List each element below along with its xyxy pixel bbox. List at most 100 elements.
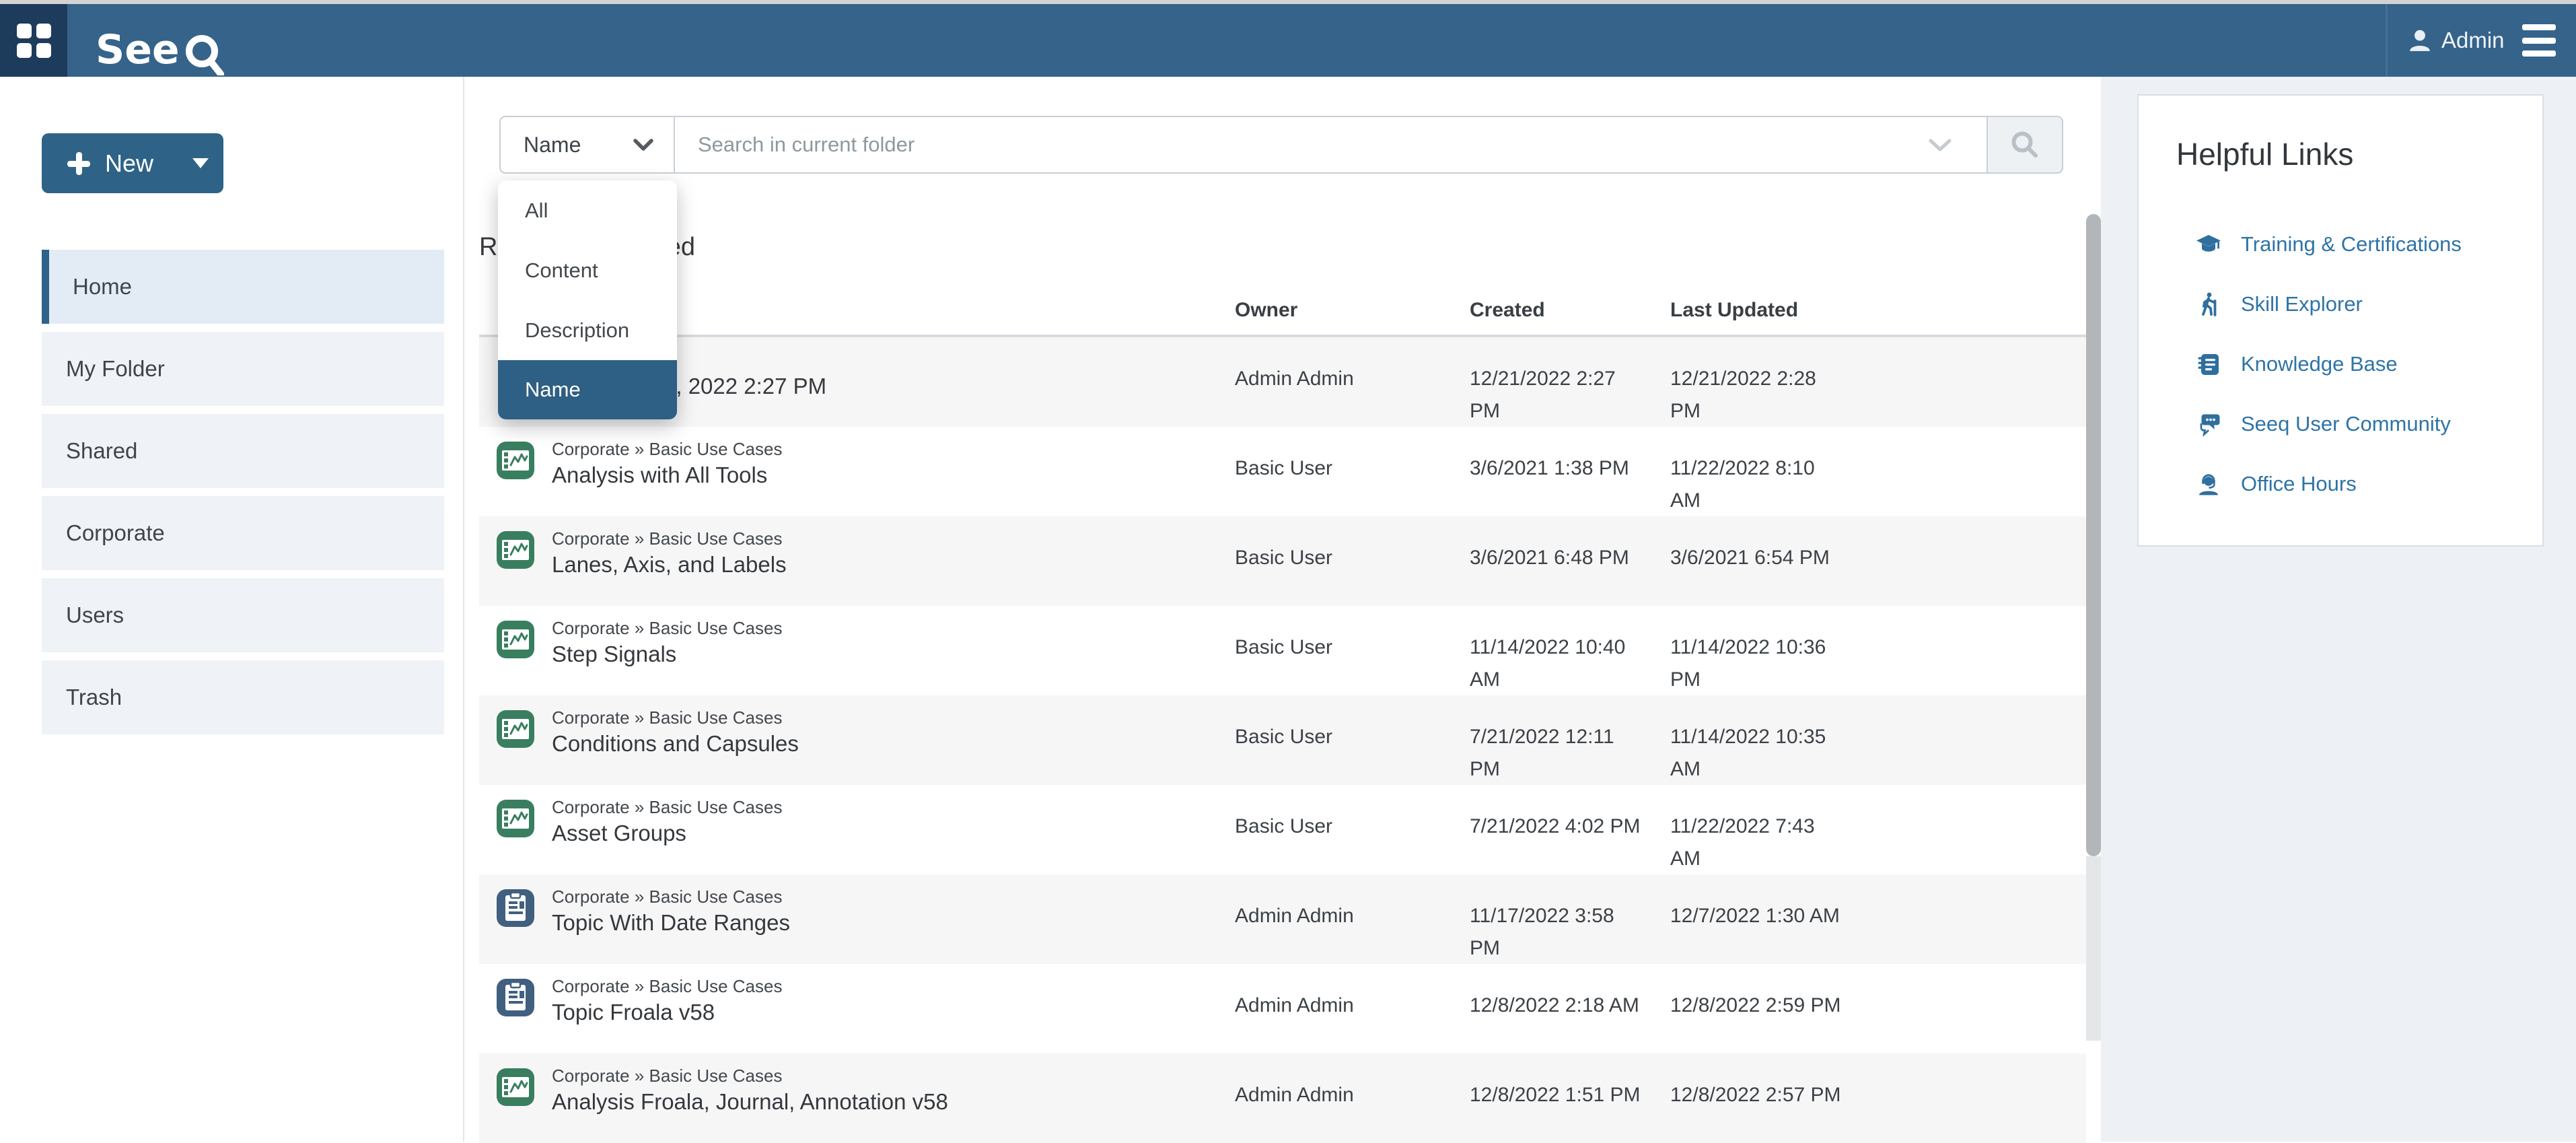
table-row[interactable]: Corporate » Basic Use Cases Analysis wit… — [479, 427, 2086, 516]
row-created: 11/17/2022 3:58 PM — [1470, 900, 1645, 965]
table-row[interactable]: Corporate » Basic Use Cases Lanes, Axis,… — [479, 516, 2086, 606]
header-owner: Owner — [1235, 299, 1470, 322]
helpful-link[interactable]: Skill Explorer — [2139, 274, 2542, 334]
seeq-logo[interactable]: See — [96, 24, 250, 79]
row-owner: Admin Admin — [1235, 964, 1470, 1053]
row-name[interactable]: Step Signals — [552, 639, 782, 669]
row-breadcrumb[interactable]: Corporate » Basic Use Cases — [552, 885, 790, 908]
helpful-link-label: Knowledge Base — [2241, 352, 2398, 376]
row-updated: 11/14/2022 10:35 AM — [1670, 721, 1845, 786]
row-name[interactable]: Topic Froala v58 — [552, 998, 782, 1027]
navbar: See Admin — [0, 4, 2576, 77]
helpful-link-label: Training & Certifications — [2241, 232, 2462, 256]
search-button[interactable] — [1987, 116, 2063, 174]
row-name[interactable]: Asset Groups — [552, 819, 782, 848]
row-updated: 11/22/2022 8:10 AM — [1670, 452, 1845, 517]
dropdown-option[interactable]: Description — [498, 300, 677, 360]
sidebar-item-label: Shared — [66, 438, 137, 464]
new-button[interactable]: New — [42, 133, 223, 193]
table-row[interactable]: Corporate » Basic Use Cases Topic Froala… — [479, 964, 2086, 1053]
row-updated: 3/6/2021 6:54 PM — [1670, 542, 1845, 574]
dropdown-option[interactable]: Content — [498, 240, 677, 300]
header-created: Created — [1470, 299, 1670, 322]
row-owner: Basic User — [1235, 785, 1470, 875]
search-filter-selected: Name — [524, 133, 633, 158]
table-row[interactable]: Corporate » Basic Use Cases Step Signals… — [479, 606, 2086, 695]
search-input-wrap — [675, 116, 1987, 174]
analysis-icon — [497, 531, 534, 569]
user-label: Admin — [2441, 28, 2505, 53]
helpful-links-title: Helpful Links — [2176, 136, 2353, 172]
helpful-link[interactable]: Training & Certifications — [2139, 214, 2542, 274]
row-name[interactable]: Analysis with All Tools — [552, 460, 782, 490]
row-created: 12/8/2022 1:51 PM — [1470, 1079, 1645, 1111]
scrollbar-track[interactable] — [2086, 856, 2101, 1041]
row-name[interactable]: Analysis Froala, Journal, Annotation v58 — [552, 1087, 948, 1117]
table-row[interactable]: Corporate » Basic Use Cases Conditions a… — [479, 695, 2086, 785]
row-owner: Basic User — [1235, 516, 1470, 606]
hamburger-menu-icon[interactable] — [2522, 24, 2556, 57]
new-button-label: New — [105, 149, 153, 178]
caret-down-icon — [192, 158, 209, 168]
row-breadcrumb[interactable]: Corporate » Basic Use Cases — [552, 527, 787, 550]
sidebar: New Home My Folder Shared Corporate User… — [0, 77, 464, 1142]
row-created: 12/21/2022 2:27 PM — [1470, 363, 1645, 427]
chevron-down-icon[interactable] — [1929, 139, 1952, 152]
table-row[interactable]: Corporate » Basic Use Cases Analysis Fro… — [479, 1053, 2086, 1143]
logo-text: See — [96, 26, 180, 73]
row-breadcrumb[interactable]: Corporate » Basic Use Cases — [552, 706, 799, 729]
row-breadcrumb[interactable]: Corporate » Basic Use Cases — [552, 796, 782, 819]
search-filter-dropdown[interactable]: Name — [499, 116, 675, 174]
helpful-link[interactable]: Office Hours — [2139, 454, 2542, 514]
row-name[interactable]: Lanes, Axis, and Labels — [552, 550, 787, 580]
table-row[interactable]: 1, 2022 2:27 PM Admin Admin 12/21/2022 2… — [479, 337, 2086, 427]
analysis-icon — [497, 710, 534, 748]
analysis-icon — [497, 621, 534, 658]
apps-button[interactable] — [0, 4, 67, 77]
sidebar-item-label: Home — [73, 274, 132, 300]
row-updated: 12/8/2022 2:59 PM — [1670, 990, 1845, 1022]
row-breadcrumb[interactable]: Corporate » Basic Use Cases — [552, 438, 782, 460]
dropdown-option[interactable]: Name — [498, 360, 677, 419]
row-name[interactable]: Conditions and Capsules — [552, 729, 799, 759]
row-updated: 11/14/2022 10:36 PM — [1670, 631, 1845, 696]
row-name-fragment[interactable]: 1, 2022 2:27 PM — [664, 374, 826, 427]
user-menu[interactable]: Admin — [2408, 4, 2505, 77]
sidebar-item-corporate[interactable]: Corporate — [42, 496, 444, 570]
graduation-cap-icon — [2194, 231, 2223, 258]
table-row[interactable]: Corporate » Basic Use Cases Asset Groups… — [479, 785, 2086, 874]
sidebar-item-my-folder[interactable]: My Folder — [42, 332, 444, 406]
row-created: 7/21/2022 4:02 PM — [1470, 810, 1645, 843]
chevron-down-icon — [633, 139, 653, 151]
search-bar: Name — [499, 116, 2063, 174]
header-updated: Last Updated — [1670, 299, 2086, 322]
hiker-icon — [2194, 291, 2223, 318]
row-name[interactable]: Topic With Date Ranges — [552, 908, 790, 938]
sidebar-item-label: My Folder — [66, 356, 165, 382]
chat-bubbles-icon — [2194, 411, 2223, 438]
row-created: 7/21/2022 12:11 PM — [1470, 721, 1645, 786]
row-breadcrumb[interactable]: Corporate » Basic Use Cases — [552, 1064, 948, 1087]
sidebar-item-home[interactable]: Home — [42, 250, 444, 324]
search-icon — [2009, 129, 2040, 160]
row-owner: Admin Admin — [1235, 337, 1470, 427]
row-breadcrumb[interactable]: Corporate » Basic Use Cases — [552, 617, 782, 639]
helpful-link-label: Office Hours — [2241, 472, 2357, 496]
sidebar-item-trash[interactable]: Trash — [42, 660, 444, 734]
sidebar-list: Home My Folder Shared Corporate Users Tr… — [0, 250, 464, 742]
sidebar-item-users[interactable]: Users — [42, 578, 444, 652]
row-created: 11/14/2022 10:40 AM — [1470, 631, 1645, 696]
scrollbar-thumb[interactable] — [2086, 214, 2101, 856]
row-created: 12/8/2022 2:18 AM — [1470, 990, 1645, 1022]
sidebar-item-shared[interactable]: Shared — [42, 414, 444, 488]
row-breadcrumb[interactable]: Corporate » Basic Use Cases — [552, 975, 782, 998]
table-row[interactable]: Corporate » Basic Use Cases Topic With D… — [479, 874, 2086, 964]
helpful-link[interactable]: Seeq User Community — [2139, 394, 2542, 454]
helpful-link[interactable]: Knowledge Base — [2139, 334, 2542, 394]
search-input[interactable] — [675, 116, 1987, 174]
journal-icon — [2194, 351, 2223, 378]
row-owner: Admin Admin — [1235, 874, 1470, 965]
analysis-icon — [497, 800, 534, 837]
dropdown-option[interactable]: All — [498, 180, 677, 240]
grid-icon — [17, 24, 51, 58]
